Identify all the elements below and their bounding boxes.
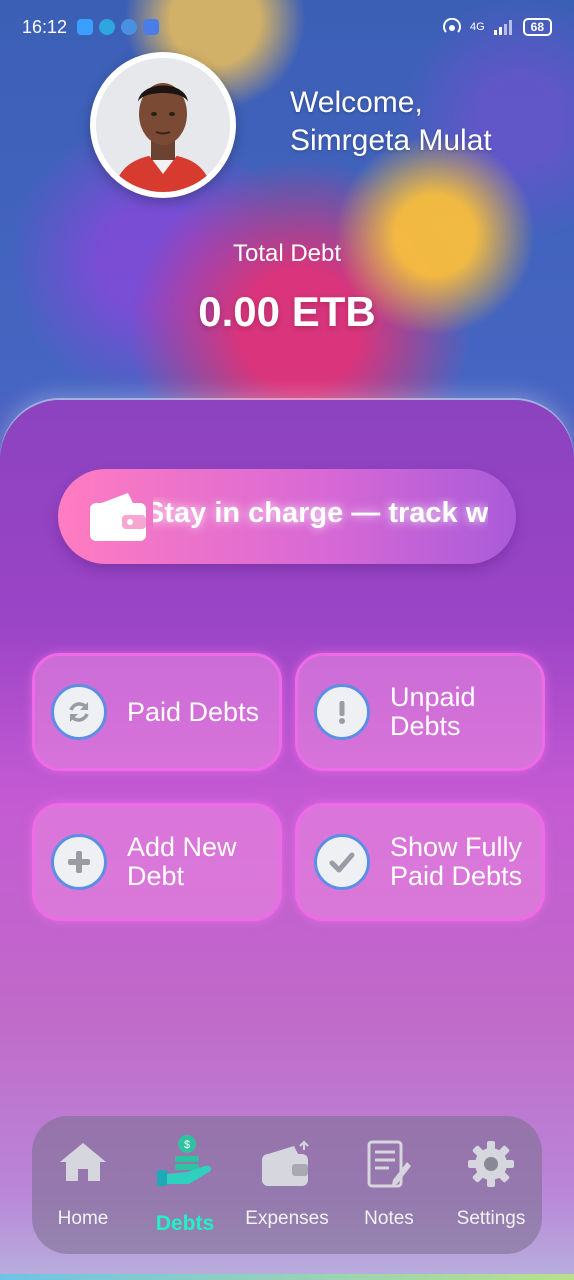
chrome-icon [121,19,138,35]
paid-debts-button[interactable]: Paid Debts [32,653,282,771]
notes-icon [367,1140,411,1188]
wallet-icon [90,493,146,541]
user-name: Simrgeta Mulat [290,124,492,157]
mail-icon [143,19,160,35]
home-icon [60,1143,106,1181]
nav-debts[interactable]: $ Debts [135,1116,235,1254]
profile-photo [96,58,230,192]
avatar[interactable] [90,52,236,198]
exclamation-icon [314,684,370,740]
signal-icon [493,20,512,35]
nav-notes-label: Notes [364,1208,414,1229]
money-hand-icon: $ [157,1135,212,1186]
total-debt-value: 0.00 ETB [198,288,376,335]
tagline-text: Stay in charge — track w [153,497,488,529]
bottom-nav: Home $ Debts Expenses Notes Settings [32,1116,542,1254]
total-debt-label: Total Debt [232,240,342,267]
nav-home[interactable]: Home [33,1116,133,1254]
welcome-text: Welcome, Simrgeta Mulat [290,84,492,160]
refresh-icon [51,684,107,740]
messages-icon [77,19,94,35]
nav-expenses-label: Expenses [245,1208,329,1229]
status-bar: 16:12 4G 68 [22,14,552,40]
nav-debts-label: Debts [155,1212,215,1235]
gear-icon [468,1141,514,1187]
add-new-debt-button[interactable]: Add New Debt [32,803,282,921]
nav-notes[interactable]: Notes [339,1116,439,1254]
unpaid-debts-label: Unpaid Debts [390,682,476,741]
show-fully-paid-debts-label: Show Fully Paid Debts [390,832,523,891]
nav-expenses[interactable]: Expenses [237,1116,337,1254]
add-new-debt-label: Add New Debt [127,832,237,891]
unpaid-debts-button[interactable]: Unpaid Debts [295,653,545,771]
svg-text:$: $ [184,1139,190,1151]
status-time: 16:12 [22,16,68,37]
battery-indicator: 68 [522,18,552,36]
nav-settings[interactable]: Settings [441,1116,541,1254]
welcome-greeting: Welcome, [290,86,423,119]
telegram-icon [99,19,116,35]
hotspot-icon [443,18,461,33]
nav-settings-label: Settings [456,1208,526,1229]
main-panel: Stay in charge — track w Paid Debts Unpa… [0,400,574,1280]
plus-icon [51,834,107,890]
nav-home-label: Home [57,1208,109,1229]
show-fully-paid-debts-button[interactable]: Show Fully Paid Debts [295,803,545,921]
wallet-icon [262,1140,309,1186]
tagline-banner: Stay in charge — track w [58,469,516,564]
paid-debts-label: Paid Debts [127,696,260,727]
check-icon [314,834,370,890]
network-type: 4G [469,21,485,33]
